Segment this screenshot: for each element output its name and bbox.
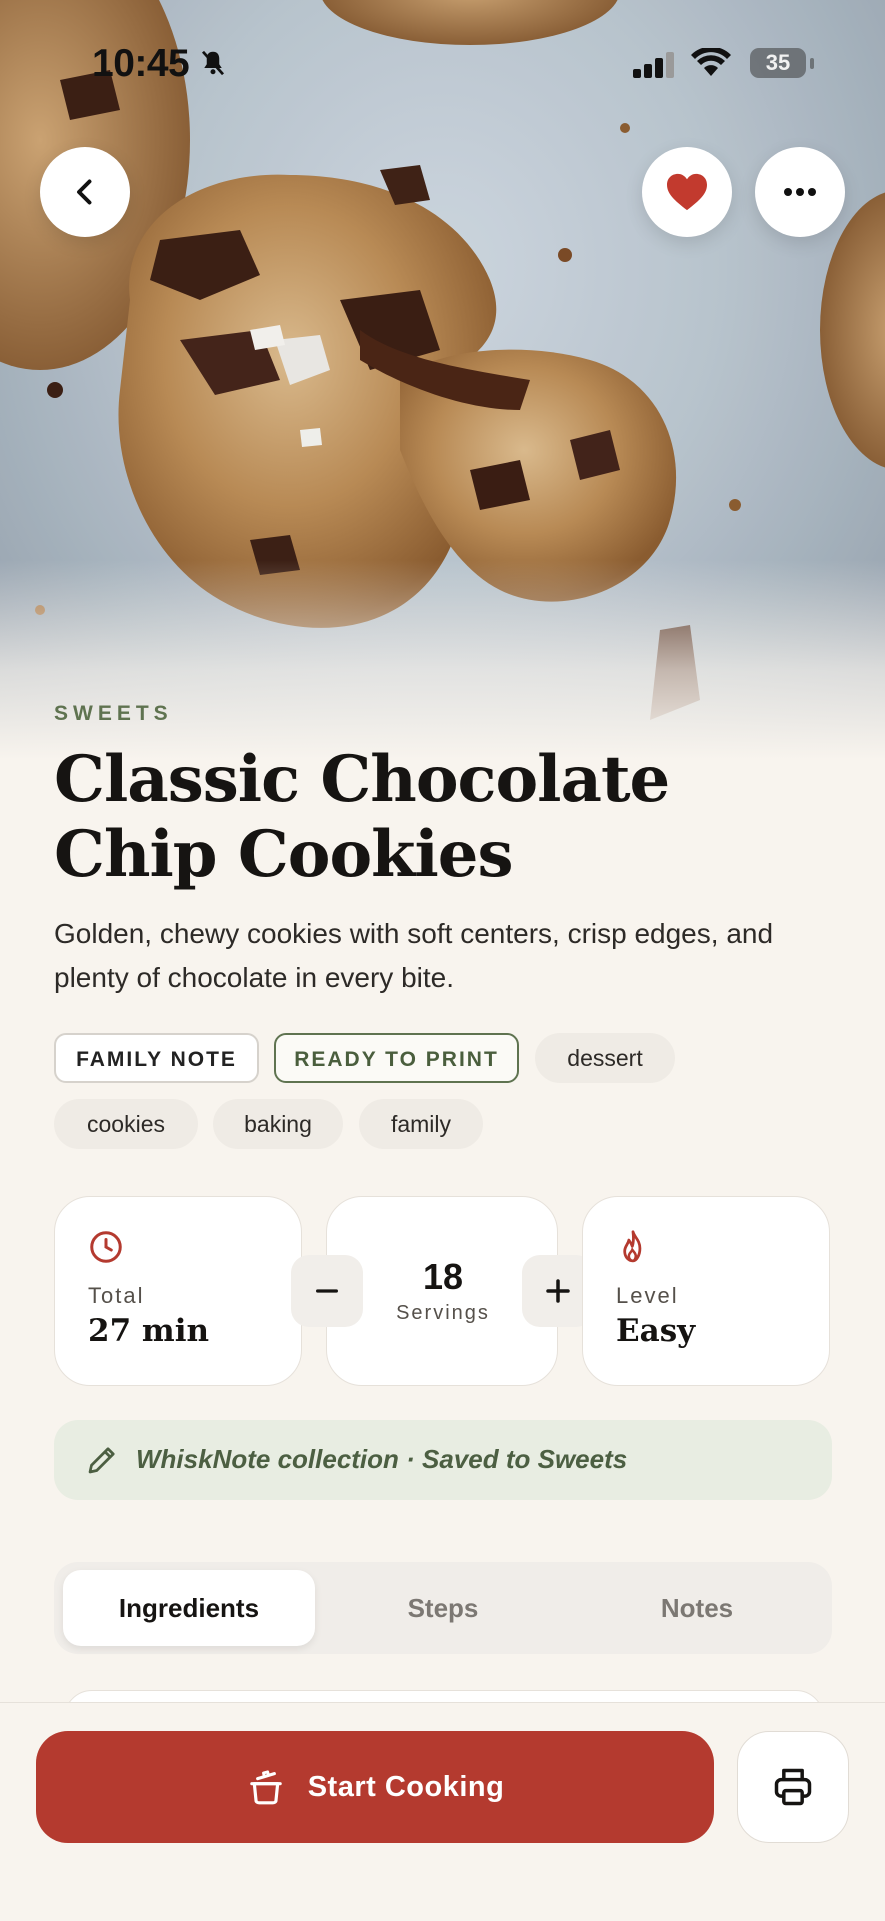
ready-to-print-badge[interactable]: READY TO PRINT	[274, 1033, 519, 1083]
collection-banner[interactable]: WhiskNote collection · Saved to Sweets	[54, 1420, 832, 1500]
tag-dessert[interactable]: dessert	[535, 1033, 675, 1083]
bell-muted-icon	[198, 48, 228, 83]
flame-icon	[623, 1230, 642, 1263]
more-options-button[interactable]	[755, 147, 845, 237]
back-button[interactable]	[40, 147, 130, 237]
total-time-label: Total	[88, 1283, 145, 1308]
tag-cookies[interactable]: cookies	[54, 1099, 198, 1149]
tag-family[interactable]: family	[359, 1099, 483, 1149]
difficulty-value: Easy	[616, 1313, 696, 1349]
printer-icon	[774, 1768, 812, 1806]
plus-icon	[546, 1279, 570, 1303]
print-button[interactable]	[737, 1731, 849, 1843]
battery-cap	[810, 58, 814, 69]
start-cooking-label: Start Cooking	[307, 1770, 505, 1803]
difficulty-label: Level	[616, 1283, 679, 1308]
status-bar: 10:45 35	[0, 0, 885, 130]
family-note-badge[interactable]: FAMILY NOTE	[54, 1033, 259, 1083]
recipe-tabs: Ingredients Steps Notes	[54, 1562, 832, 1654]
clock-icon	[90, 1231, 122, 1263]
total-time-card: Total 27 min	[54, 1196, 302, 1386]
status-time: 10:45	[92, 42, 190, 85]
pencil-icon	[88, 1447, 115, 1474]
difficulty-card: Level Easy	[582, 1196, 830, 1386]
heart-icon	[667, 173, 707, 211]
battery-indicator: 35	[750, 48, 806, 78]
recipe-title: Classic Chocolate Chip Cookies	[54, 742, 670, 892]
wifi-icon	[691, 46, 731, 83]
tab-steps[interactable]: Steps	[317, 1570, 569, 1646]
total-time-value: 27 min	[88, 1313, 210, 1349]
start-cooking-button[interactable]: Start Cooking	[36, 1731, 714, 1843]
recipe-category: SWEETS	[54, 702, 173, 725]
hero-fade	[0, 560, 885, 760]
pot-icon	[249, 1770, 282, 1805]
tab-ingredients[interactable]: Ingredients	[63, 1570, 315, 1646]
signal-icon	[633, 52, 677, 83]
tag-baking[interactable]: baking	[213, 1099, 343, 1149]
tab-notes[interactable]: Notes	[571, 1570, 823, 1646]
recipe-description: Golden, chewy cookies with soft centers,…	[54, 918, 774, 993]
more-horizontal-icon	[784, 188, 816, 196]
favorite-button[interactable]	[642, 147, 732, 237]
collection-text: WhiskNote collection · Saved to Sweets	[136, 1444, 628, 1474]
chevron-left-icon	[77, 179, 92, 205]
